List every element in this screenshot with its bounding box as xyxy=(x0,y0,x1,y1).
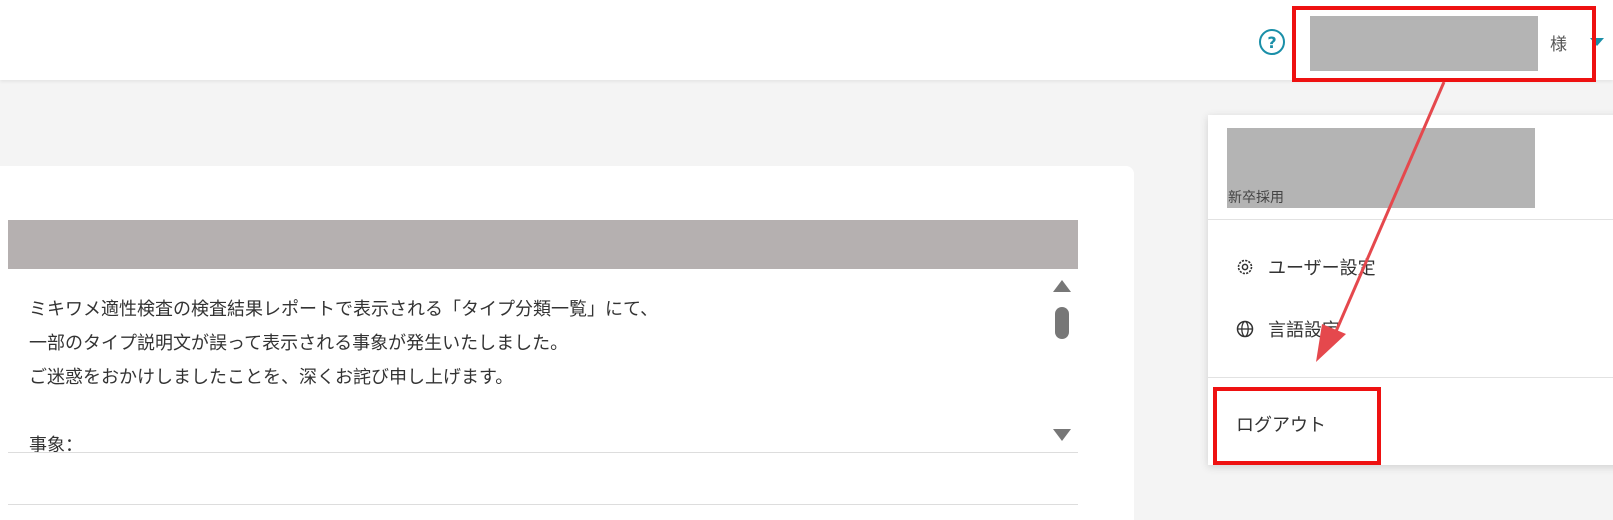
menu-divider xyxy=(1208,219,1613,220)
user-dropdown-menu: 新卒採用 ユーザー設定 言語設定 ログアウト xyxy=(1208,115,1613,465)
language-settings-item[interactable]: 言語設定 xyxy=(1236,314,1340,344)
notice-line: 事象： xyxy=(29,435,83,453)
notice-scrollbar[interactable] xyxy=(1044,269,1078,452)
notice-body: ミキワメ適性検査の検査結果レポートで表示される「タイプ分類一覧」にて、 一部のタ… xyxy=(29,293,1029,453)
globe-icon xyxy=(1236,320,1254,338)
scroll-thumb[interactable] xyxy=(1055,307,1069,339)
card-header-band xyxy=(8,220,1078,269)
second-textarea[interactable] xyxy=(8,504,1078,520)
chevron-down-icon[interactable] xyxy=(1590,38,1604,46)
user-honorific: 様 xyxy=(1550,35,1567,55)
account-category: 新卒採用 xyxy=(1228,190,1284,206)
scroll-up-icon[interactable] xyxy=(1053,280,1071,292)
scroll-down-icon[interactable] xyxy=(1053,429,1071,441)
notice-line xyxy=(29,395,1029,429)
user-name-redacted[interactable] xyxy=(1310,16,1538,71)
user-settings-label: ユーザー設定 xyxy=(1268,258,1376,279)
language-settings-label: 言語設定 xyxy=(1268,320,1340,341)
notice-line: ミキワメ適性検査の検査結果レポートで表示される「タイプ分類一覧」にて、 xyxy=(29,299,659,320)
notice-line: ご迷惑をおかけしましたことを、深くお詫び申し上げます。 xyxy=(29,367,514,388)
logout-button[interactable]: ログアウト xyxy=(1236,411,1326,437)
help-icon[interactable]: ? xyxy=(1259,29,1285,55)
menu-divider xyxy=(1208,377,1613,378)
notice-line: 一部のタイプ説明文が誤って表示される事象が発生いたしました。 xyxy=(29,333,569,354)
gear-icon xyxy=(1236,258,1254,276)
user-settings-item[interactable]: ユーザー設定 xyxy=(1236,252,1376,282)
notice-textarea[interactable]: ミキワメ適性検査の検査結果レポートで表示される「タイプ分類一覧」にて、 一部のタ… xyxy=(8,269,1078,453)
top-header: ? 様 xyxy=(0,0,1613,80)
